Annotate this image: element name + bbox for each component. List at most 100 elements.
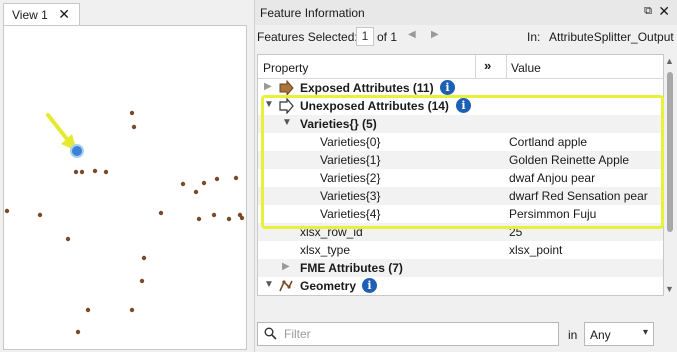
map-feature-point[interactable] [129, 110, 135, 116]
map-feature-point[interactable] [193, 189, 199, 195]
map-feature-point[interactable] [73, 169, 79, 175]
panel-title: Feature Information [260, 6, 365, 20]
tree-row-attribute[interactable]: xlsx_type xlsx_point [258, 241, 663, 259]
close-icon[interactable]: ✕ [658, 3, 670, 20]
map-points-layer [4, 110, 245, 335]
column-divider [475, 55, 476, 79]
map-feature-point[interactable] [233, 175, 239, 181]
next-feature-icon[interactable]: ▶ [431, 29, 439, 40]
attribute-value: Cortland apple [509, 135, 588, 149]
attribute-value: dwaf Anjou pear [509, 171, 596, 185]
scope-select[interactable]: Any ▾ [584, 322, 654, 346]
tab-label: View 1 [12, 7, 48, 22]
tree-row-attribute[interactable]: Varieties{0} Cortland apple [258, 133, 663, 151]
attribute-name: Varieties{3} [320, 189, 381, 203]
tree-row-geometry[interactable]: ▼ Geometry i [258, 277, 663, 295]
tree-row-attribute[interactable]: Varieties{4} Persimmon Fuju [258, 205, 663, 223]
attribute-name: Varieties{0} [320, 135, 381, 149]
tree-row-label: Geometry [300, 279, 357, 293]
tab-view-1[interactable]: View 1 ✕ [3, 3, 80, 25]
dataset-name: AttributeSplitter_Output [549, 30, 674, 44]
map-feature-point[interactable] [180, 181, 186, 187]
panel-titlebar: Feature Information ⧉ ✕ [255, 0, 677, 25]
map-feature-point[interactable] [139, 278, 145, 284]
scroll-up-icon[interactable]: ▲ [665, 56, 674, 66]
previous-feature-icon[interactable]: ◀ [408, 29, 416, 40]
map-feature-point[interactable] [239, 215, 245, 221]
map-feature-point[interactable] [37, 212, 43, 218]
tree-row-fme-attributes[interactable]: ▶ FME Attributes (7) [258, 259, 663, 277]
tree-row-attribute[interactable]: Varieties{2} dwaf Anjou pear [258, 169, 663, 187]
search-icon [264, 327, 277, 340]
value-column-header[interactable]: Value [511, 61, 541, 75]
geometry-icon [279, 280, 293, 292]
chevron-down-icon[interactable]: ▼ [264, 279, 274, 290]
tree-header: Property » Value [258, 55, 663, 79]
scope-label: in [568, 328, 578, 342]
feature-information-panel: Feature Information ⧉ ✕ Features Selecte… [254, 0, 677, 352]
selected-feature-point[interactable] [70, 144, 84, 158]
scroll-down-icon[interactable]: ▼ [665, 284, 674, 294]
map-feature-point[interactable] [129, 307, 135, 313]
attribute-name: xlsx_type [300, 243, 351, 257]
filter-input[interactable] [282, 326, 552, 342]
map-feature-point[interactable] [201, 180, 207, 186]
map-feature-point[interactable] [92, 168, 98, 174]
tree-row-varieties[interactable]: ▼ Varieties{} (5) [258, 115, 663, 133]
property-column-header[interactable]: Property [263, 61, 308, 75]
feature-count-label: of 1 [377, 30, 398, 44]
tree-row-label: Varieties{} (5) [300, 117, 377, 131]
info-icon[interactable]: i [362, 278, 377, 293]
tree-row-attribute[interactable]: Varieties{3} dwarf Red Sensation pear [258, 187, 663, 205]
map-feature-point[interactable] [131, 124, 137, 130]
map-feature-point[interactable] [103, 169, 109, 175]
map-feature-point[interactable] [211, 212, 217, 218]
features-selected-label: Features Selected: [257, 30, 358, 44]
chevron-down-icon[interactable]: ▼ [264, 99, 274, 110]
filter-field[interactable] [257, 322, 559, 346]
tree-row-unexposed-attributes[interactable]: ▼ Unexposed Attributes (14) i [258, 97, 663, 115]
expand-columns-button[interactable]: » [484, 58, 491, 73]
tree-row-label: Exposed Attributes (11) [300, 81, 434, 95]
chevron-right-icon[interactable]: ▶ [264, 81, 272, 92]
tree-row-exposed-attributes[interactable]: ▶ Exposed Attributes (11) i [258, 79, 663, 97]
map-feature-point[interactable] [75, 329, 81, 335]
attribute-value: xlsx_point [509, 243, 563, 257]
selected-feature-index[interactable]: 1 [356, 27, 374, 46]
map-feature-point[interactable] [85, 307, 91, 313]
info-icon[interactable]: i [456, 98, 471, 113]
scroll-thumb[interactable] [667, 72, 673, 232]
attribute-name: xlsx_row_id [300, 225, 363, 239]
attribute-name: Varieties{1} [320, 153, 381, 167]
chevron-right-icon[interactable]: ▶ [282, 261, 290, 272]
attribute-value: Persimmon Fuju [509, 207, 597, 221]
chevron-down-icon[interactable]: ▼ [282, 117, 292, 128]
tree-row-label: FME Attributes (7) [300, 261, 403, 275]
attribute-name: Varieties{2} [320, 171, 381, 185]
tree-row-attribute[interactable]: xlsx_row_id 25 [258, 223, 663, 241]
attribute-value: Golden Reinette Apple [509, 153, 630, 167]
map-feature-point[interactable] [4, 208, 10, 214]
map-feature-point[interactable] [158, 210, 164, 216]
tree-row-attribute[interactable]: Varieties{1} Golden Reinette Apple [258, 151, 663, 169]
unexposed-attributes-icon [279, 98, 294, 114]
scope-value: Any [590, 328, 611, 342]
attribute-value: 25 [509, 225, 523, 239]
exposed-attributes-icon [279, 80, 294, 96]
filter-bar: in Any ▾ [255, 322, 677, 350]
map-feature-point[interactable] [79, 169, 85, 175]
tree-scrollbar[interactable]: ▲ ▼ [664, 54, 676, 296]
map-canvas[interactable] [3, 25, 247, 350]
map-feature-point[interactable] [214, 176, 220, 182]
map-feature-point[interactable] [196, 216, 202, 222]
attribute-name: Varieties{4} [320, 207, 381, 221]
selection-bar: Features Selected: 1 of 1 ◀ ▶ In: Attrib… [255, 25, 677, 49]
attribute-value: dwarf Red Sensation pear [509, 189, 648, 203]
map-feature-point[interactable] [141, 255, 147, 261]
info-icon[interactable]: i [440, 80, 455, 95]
map-feature-point[interactable] [226, 216, 232, 222]
map-feature-point[interactable] [65, 236, 71, 242]
close-icon[interactable]: ✕ [58, 7, 70, 21]
float-panel-icon[interactable]: ⧉ [644, 5, 652, 18]
tree-row-label: Unexposed Attributes (14) [300, 99, 449, 113]
